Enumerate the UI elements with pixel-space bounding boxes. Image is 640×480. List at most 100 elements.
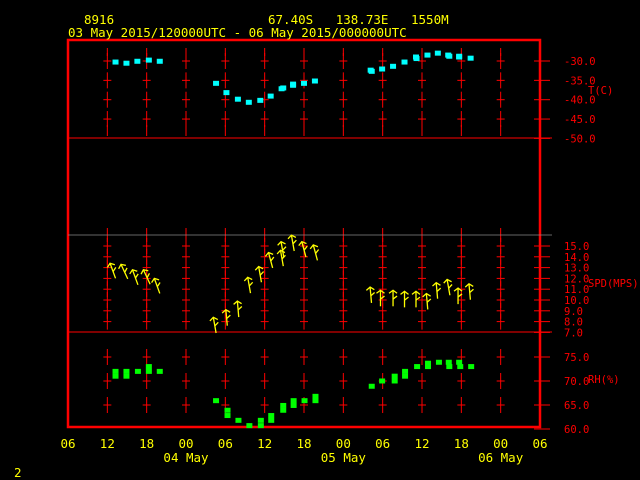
wind-arrow bbox=[221, 308, 231, 326]
wind-arrow bbox=[411, 290, 421, 308]
x-hour-tick-label: 12 bbox=[99, 436, 115, 451]
wind-arrow bbox=[432, 281, 442, 299]
x-hour-tick-label: 06 bbox=[60, 436, 76, 451]
rh-point bbox=[235, 417, 242, 423]
wind-arrow-part bbox=[436, 287, 442, 292]
rh-point bbox=[435, 359, 442, 365]
t-tick-label: -50.0 bbox=[564, 133, 596, 145]
rh-point bbox=[112, 368, 119, 374]
wind-arrow bbox=[443, 278, 453, 296]
x-hour-tick-label: 00 bbox=[178, 436, 194, 451]
wind-arrow-part bbox=[370, 291, 376, 297]
temperature-point bbox=[467, 55, 474, 61]
wind-arrow-part bbox=[426, 298, 432, 303]
t-tick-label: -30.0 bbox=[564, 56, 596, 68]
rh-point bbox=[391, 373, 398, 379]
wind-arrow bbox=[151, 277, 161, 294]
rh-point bbox=[145, 368, 152, 374]
rh-point bbox=[268, 417, 275, 423]
wind-arrow-part bbox=[237, 306, 243, 311]
temperature-point bbox=[401, 59, 408, 65]
spd-axis-label: SPD(MPS) bbox=[588, 278, 639, 290]
time-period: 03 May 2015/120000UTC - 06 May 2015/0000… bbox=[68, 25, 407, 40]
temperature-point bbox=[311, 78, 318, 84]
rh-point bbox=[402, 368, 409, 374]
temperature-point bbox=[280, 85, 287, 91]
wind-arrow-part bbox=[259, 271, 265, 276]
wind-arrow-part bbox=[146, 273, 151, 279]
wind-arrow bbox=[140, 269, 151, 285]
rh-point bbox=[379, 378, 386, 384]
wind-arrow bbox=[388, 289, 398, 307]
rh-axis-label: RH(%) bbox=[588, 374, 620, 386]
rh-point bbox=[257, 417, 264, 423]
temperature-point bbox=[145, 57, 152, 63]
wind-arrow-part bbox=[248, 281, 254, 287]
rh-tick-label: 60.0 bbox=[564, 424, 589, 436]
temperature-point bbox=[290, 81, 297, 87]
x-hour-tick-label: 00 bbox=[493, 436, 509, 451]
temperature-point bbox=[379, 66, 386, 72]
rh-point bbox=[280, 407, 287, 413]
x-hour-tick-label: 06 bbox=[217, 436, 233, 451]
rh-point bbox=[290, 402, 297, 408]
wind-arrow-part bbox=[270, 256, 275, 262]
x-day-label: 05 May bbox=[320, 450, 366, 465]
temperature-point bbox=[134, 58, 141, 64]
rh-point bbox=[224, 407, 231, 413]
wind-arrow-part bbox=[292, 239, 297, 245]
rh-tick-label: 75.0 bbox=[564, 352, 589, 364]
wind-arrow-part bbox=[124, 267, 128, 273]
x-hour-tick-label: 06 bbox=[532, 436, 548, 451]
wind-arrow-part bbox=[214, 321, 219, 327]
temperature-point bbox=[223, 90, 230, 96]
x-hour-tick-label: 18 bbox=[453, 436, 469, 451]
rh-point bbox=[134, 368, 141, 374]
rh-point bbox=[257, 423, 264, 429]
temperature-point bbox=[413, 56, 420, 62]
meteogram-plot: -30.0-35.0-40.0-45.0-50.015.014.013.012.… bbox=[66, 38, 596, 436]
rh-point bbox=[112, 373, 119, 379]
wind-arrow bbox=[376, 289, 385, 307]
wind-arrow bbox=[400, 290, 409, 308]
x-hour-tick-label: 00 bbox=[335, 436, 351, 451]
rh-point bbox=[445, 359, 452, 365]
wind-arrow bbox=[298, 240, 308, 258]
wind-arrow bbox=[106, 262, 117, 279]
wind-arrow bbox=[422, 292, 432, 310]
t-axis-label: T(C) bbox=[588, 85, 614, 97]
rh-point bbox=[280, 402, 287, 408]
rh-point bbox=[123, 373, 130, 379]
x-hour-tick-label: 12 bbox=[414, 436, 430, 451]
rh-point bbox=[414, 364, 421, 370]
wind-arrow bbox=[254, 265, 265, 283]
t-tick-label: -45.0 bbox=[564, 114, 596, 126]
temperature-point bbox=[123, 60, 130, 66]
wind-arrow bbox=[464, 282, 474, 300]
rh-point bbox=[391, 378, 398, 384]
temperature-point bbox=[301, 80, 307, 86]
temperature-point bbox=[234, 96, 241, 102]
temperature-point bbox=[368, 68, 375, 74]
x-hour-tick-label: 18 bbox=[139, 436, 155, 451]
rh-point bbox=[145, 364, 152, 370]
rh-point bbox=[224, 413, 231, 419]
wind-arrow bbox=[118, 263, 129, 280]
rh-point bbox=[468, 364, 475, 370]
rh-point bbox=[246, 423, 253, 429]
temperature-point bbox=[257, 97, 264, 103]
temperature-point bbox=[112, 59, 119, 65]
wind-arrow-part bbox=[469, 288, 474, 294]
temperature-point bbox=[446, 53, 453, 59]
rh-point bbox=[368, 383, 375, 389]
spd-tick-label: 7.0 bbox=[564, 327, 583, 339]
wind-arrow bbox=[264, 251, 275, 269]
wind-arrow bbox=[276, 249, 286, 267]
rh-point bbox=[268, 413, 275, 419]
wind-arrow bbox=[287, 234, 297, 252]
temperature-point bbox=[245, 99, 252, 105]
wind-arrow bbox=[365, 286, 376, 304]
wind-arrow-part bbox=[112, 267, 117, 272]
x-hour-tick-label: 18 bbox=[296, 436, 312, 451]
temperature-point bbox=[156, 58, 163, 64]
